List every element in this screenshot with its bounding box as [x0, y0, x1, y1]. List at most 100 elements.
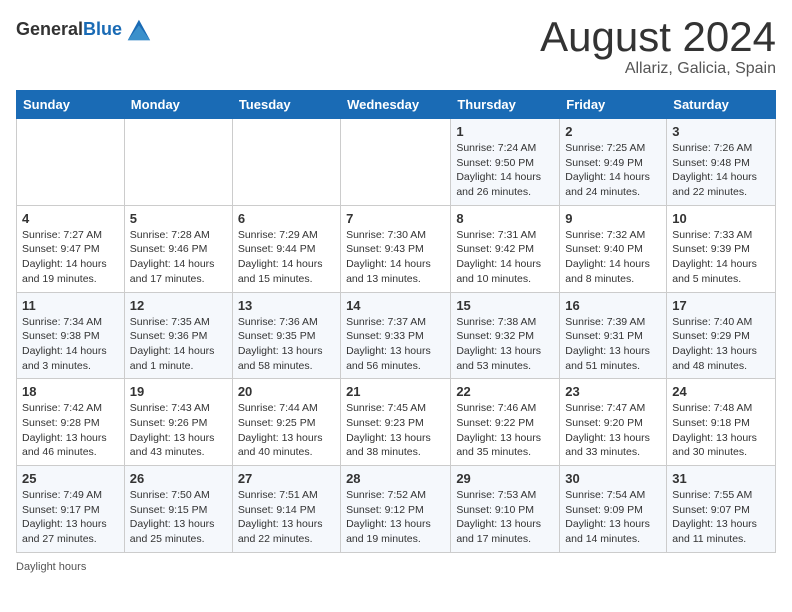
calendar-day-cell: [232, 119, 340, 206]
day-info: Sunrise: 7:50 AM Sunset: 9:15 PM Dayligh…: [130, 488, 227, 547]
calendar-day-cell: 8 Sunrise: 7:31 AM Sunset: 9:42 PM Daylig…: [451, 205, 560, 292]
day-number: 15: [456, 298, 554, 313]
calendar-day-cell: 28 Sunrise: 7:52 AM Sunset: 9:12 PM Dayli…: [341, 466, 451, 553]
calendar-week-row: 4 Sunrise: 7:27 AM Sunset: 9:47 PM Daylig…: [17, 205, 776, 292]
weekday-header: Sunday: [17, 91, 125, 119]
day-number: 27: [238, 471, 335, 486]
day-number: 5: [130, 211, 227, 226]
calendar-table: SundayMondayTuesdayWednesdayThursdayFrid…: [16, 90, 776, 553]
day-info: Sunrise: 7:47 AM Sunset: 9:20 PM Dayligh…: [565, 401, 661, 460]
day-info: Sunrise: 7:36 AM Sunset: 9:35 PM Dayligh…: [238, 315, 335, 374]
day-number: 30: [565, 471, 661, 486]
day-number: 9: [565, 211, 661, 226]
weekday-header: Tuesday: [232, 91, 340, 119]
weekday-header: Thursday: [451, 91, 560, 119]
calendar-day-cell: 14 Sunrise: 7:37 AM Sunset: 9:33 PM Dayli…: [341, 292, 451, 379]
day-number: 11: [22, 298, 119, 313]
day-number: 4: [22, 211, 119, 226]
day-info: Sunrise: 7:28 AM Sunset: 9:46 PM Dayligh…: [130, 228, 227, 287]
calendar-day-cell: [124, 119, 232, 206]
day-number: 13: [238, 298, 335, 313]
day-info: Sunrise: 7:44 AM Sunset: 9:25 PM Dayligh…: [238, 401, 335, 460]
day-number: 14: [346, 298, 445, 313]
footer: Daylight hours: [16, 561, 776, 573]
calendar-day-cell: 9 Sunrise: 7:32 AM Sunset: 9:40 PM Daylig…: [560, 205, 667, 292]
calendar-day-cell: 1 Sunrise: 7:24 AM Sunset: 9:50 PM Daylig…: [451, 119, 560, 206]
calendar-day-cell: 23 Sunrise: 7:47 AM Sunset: 9:20 PM Dayli…: [560, 379, 667, 466]
day-number: 17: [672, 298, 770, 313]
day-number: 1: [456, 124, 554, 139]
day-info: Sunrise: 7:29 AM Sunset: 9:44 PM Dayligh…: [238, 228, 335, 287]
day-number: 7: [346, 211, 445, 226]
day-number: 6: [238, 211, 335, 226]
calendar-week-row: 11 Sunrise: 7:34 AM Sunset: 9:38 PM Dayli…: [17, 292, 776, 379]
day-number: 2: [565, 124, 661, 139]
calendar-day-cell: 6 Sunrise: 7:29 AM Sunset: 9:44 PM Daylig…: [232, 205, 340, 292]
calendar-day-cell: [17, 119, 125, 206]
day-info: Sunrise: 7:24 AM Sunset: 9:50 PM Dayligh…: [456, 141, 554, 200]
location-title: Allariz, Galicia, Spain: [540, 60, 776, 78]
day-info: Sunrise: 7:26 AM Sunset: 9:48 PM Dayligh…: [672, 141, 770, 200]
day-info: Sunrise: 7:39 AM Sunset: 9:31 PM Dayligh…: [565, 315, 661, 374]
calendar-day-cell: 15 Sunrise: 7:38 AM Sunset: 9:32 PM Dayli…: [451, 292, 560, 379]
day-info: Sunrise: 7:30 AM Sunset: 9:43 PM Dayligh…: [346, 228, 445, 287]
weekday-header: Monday: [124, 91, 232, 119]
month-title: August 2024: [540, 16, 776, 58]
calendar-day-cell: 20Sunrise: 7:44 AM Sunset: 9:25 PM Dayli…: [232, 379, 340, 466]
calendar-day-cell: 27 Sunrise: 7:51 AM Sunset: 9:14 PM Dayli…: [232, 466, 340, 553]
day-info: Sunrise: 7:38 AM Sunset: 9:32 PM Dayligh…: [456, 315, 554, 374]
calendar-day-cell: 24 Sunrise: 7:48 AM Sunset: 9:18 PM Dayli…: [667, 379, 776, 466]
calendar-header-row: SundayMondayTuesdayWednesdayThursdayFrid…: [17, 91, 776, 119]
day-info: Sunrise: 7:33 AM Sunset: 9:39 PM Dayligh…: [672, 228, 770, 287]
day-info: Sunrise: 7:46 AM Sunset: 9:22 PM Dayligh…: [456, 401, 554, 460]
calendar-week-row: 18Sunrise: 7:42 AM Sunset: 9:28 PM Dayli…: [17, 379, 776, 466]
calendar-day-cell: 3 Sunrise: 7:26 AM Sunset: 9:48 PM Daylig…: [667, 119, 776, 206]
calendar-day-cell: 19Sunrise: 7:43 AM Sunset: 9:26 PM Dayli…: [124, 379, 232, 466]
calendar-day-cell: 12Sunrise: 7:35 AM Sunset: 9:36 PM Dayli…: [124, 292, 232, 379]
calendar-day-cell: 18Sunrise: 7:42 AM Sunset: 9:28 PM Dayli…: [17, 379, 125, 466]
day-info: Sunrise: 7:32 AM Sunset: 9:40 PM Dayligh…: [565, 228, 661, 287]
day-number: 10: [672, 211, 770, 226]
calendar-day-cell: 25Sunrise: 7:49 AM Sunset: 9:17 PM Dayli…: [17, 466, 125, 553]
day-number: 12: [130, 298, 227, 313]
calendar-day-cell: 7 Sunrise: 7:30 AM Sunset: 9:43 PM Daylig…: [341, 205, 451, 292]
day-number: 24: [672, 384, 770, 399]
day-info: Sunrise: 7:52 AM Sunset: 9:12 PM Dayligh…: [346, 488, 445, 547]
logo-icon: [124, 16, 152, 44]
title-block: August 2024 Allariz, Galicia, Spain: [540, 16, 776, 78]
day-number: 3: [672, 124, 770, 139]
day-number: 31: [672, 471, 770, 486]
calendar-day-cell: 30 Sunrise: 7:54 AM Sunset: 9:09 PM Dayli…: [560, 466, 667, 553]
day-number: 29: [456, 471, 554, 486]
day-info: Sunrise: 7:43 AM Sunset: 9:26 PM Dayligh…: [130, 401, 227, 460]
day-info: Sunrise: 7:31 AM Sunset: 9:42 PM Dayligh…: [456, 228, 554, 287]
calendar-day-cell: 21Sunrise: 7:45 AM Sunset: 9:23 PM Dayli…: [341, 379, 451, 466]
day-number: 22: [456, 384, 554, 399]
day-info: Sunrise: 7:34 AM Sunset: 9:38 PM Dayligh…: [22, 315, 119, 374]
calendar-day-cell: 16 Sunrise: 7:39 AM Sunset: 9:31 PM Dayli…: [560, 292, 667, 379]
calendar-day-cell: 17 Sunrise: 7:40 AM Sunset: 9:29 PM Dayli…: [667, 292, 776, 379]
day-info: Sunrise: 7:40 AM Sunset: 9:29 PM Dayligh…: [672, 315, 770, 374]
day-info: Sunrise: 7:54 AM Sunset: 9:09 PM Dayligh…: [565, 488, 661, 547]
day-number: 26: [130, 471, 227, 486]
day-number: 18: [22, 384, 119, 399]
calendar-day-cell: 29Sunrise: 7:53 AM Sunset: 9:10 PM Dayli…: [451, 466, 560, 553]
day-info: Sunrise: 7:51 AM Sunset: 9:14 PM Dayligh…: [238, 488, 335, 547]
logo: GeneralBlue: [16, 16, 152, 44]
day-number: 8: [456, 211, 554, 226]
day-info: Sunrise: 7:37 AM Sunset: 9:33 PM Dayligh…: [346, 315, 445, 374]
calendar-day-cell: 2Sunrise: 7:25 AM Sunset: 9:49 PM Daylig…: [560, 119, 667, 206]
day-number: 23: [565, 384, 661, 399]
day-info: Sunrise: 7:49 AM Sunset: 9:17 PM Dayligh…: [22, 488, 119, 547]
calendar-day-cell: 13 Sunrise: 7:36 AM Sunset: 9:35 PM Dayli…: [232, 292, 340, 379]
day-info: Sunrise: 7:45 AM Sunset: 9:23 PM Dayligh…: [346, 401, 445, 460]
calendar-day-cell: 22 Sunrise: 7:46 AM Sunset: 9:22 PM Dayli…: [451, 379, 560, 466]
calendar-day-cell: [341, 119, 451, 206]
day-info: Sunrise: 7:27 AM Sunset: 9:47 PM Dayligh…: [22, 228, 119, 287]
calendar-day-cell: 11 Sunrise: 7:34 AM Sunset: 9:38 PM Dayli…: [17, 292, 125, 379]
weekday-header: Saturday: [667, 91, 776, 119]
day-number: 28: [346, 471, 445, 486]
day-info: Sunrise: 7:48 AM Sunset: 9:18 PM Dayligh…: [672, 401, 770, 460]
day-number: 16: [565, 298, 661, 313]
logo-general-text: General: [16, 19, 83, 39]
